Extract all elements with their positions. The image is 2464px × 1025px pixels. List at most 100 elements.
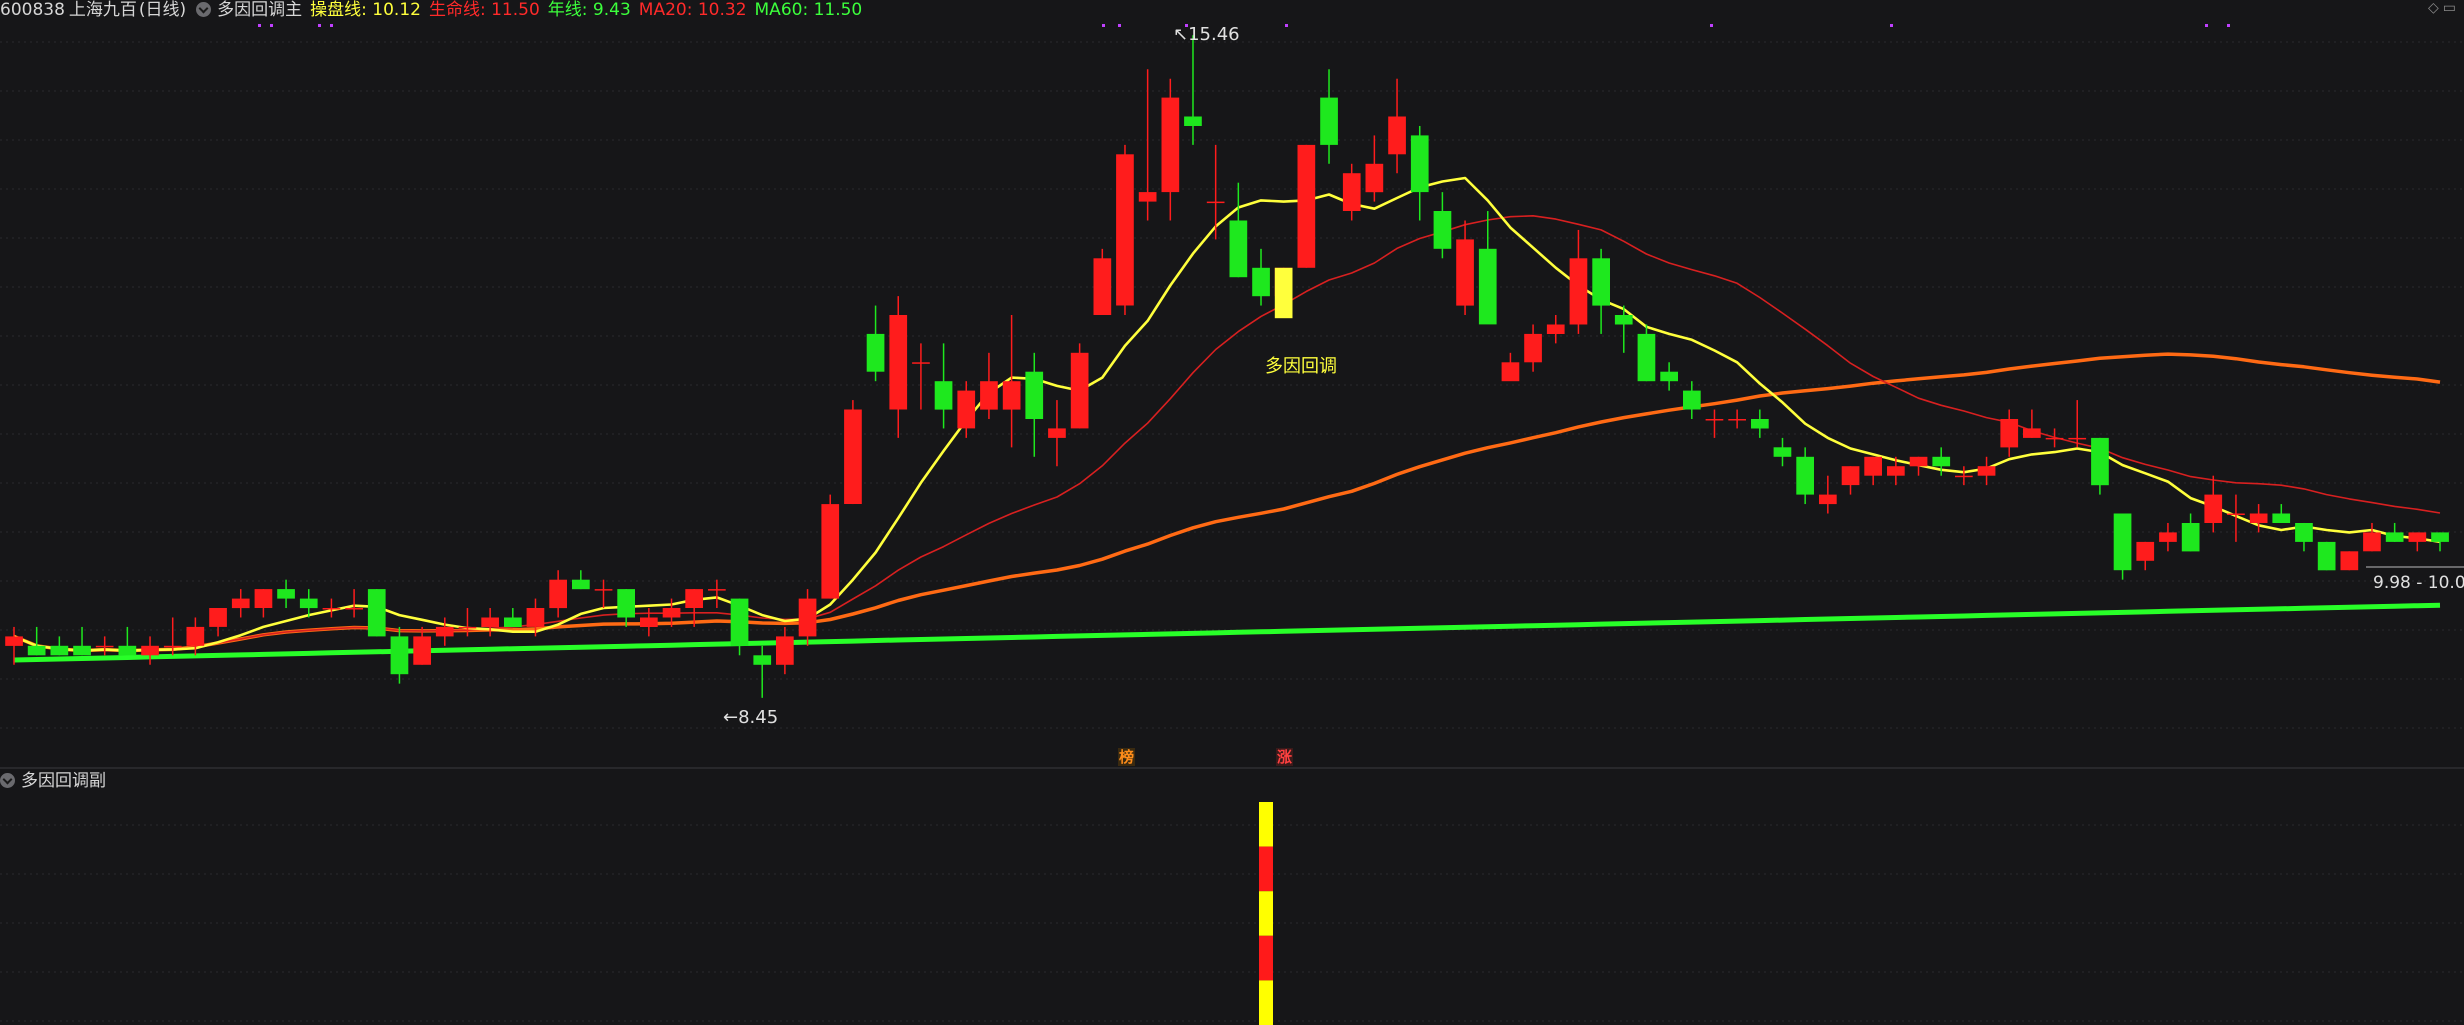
candle-body — [367, 589, 386, 637]
candle-body — [2363, 532, 2381, 552]
candle-body — [957, 390, 976, 429]
purple-marker — [1118, 24, 1121, 27]
sub-indicator-header: 多因回调副 — [0, 770, 106, 792]
candle-body — [95, 645, 114, 648]
candle-body — [435, 626, 454, 637]
purple-marker — [1710, 24, 1713, 27]
candle-body — [27, 645, 46, 656]
candle-body — [1592, 258, 1610, 306]
purple-marker — [270, 24, 273, 27]
candle-body — [2113, 513, 2132, 571]
candle-body — [2000, 419, 2019, 448]
candle-body — [2295, 523, 2313, 542]
candle-body — [254, 589, 273, 608]
purple-marker — [330, 24, 333, 27]
candle-body — [1683, 390, 1701, 410]
candle-body — [504, 617, 522, 627]
candle-body — [1388, 116, 1406, 155]
candle-body — [2068, 437, 2087, 440]
candle-body — [866, 333, 885, 372]
candle-body — [1728, 419, 1746, 421]
candle-body — [1116, 154, 1134, 306]
candle-body — [2317, 541, 2336, 571]
purple-marker — [2205, 24, 2208, 27]
purple-marker — [1890, 24, 1893, 27]
candle-body — [1229, 220, 1248, 278]
candle-body — [458, 626, 477, 629]
candle-body — [2249, 513, 2268, 523]
diamond-icon[interactable]: ◇ — [2428, 0, 2443, 16]
candle-body — [1796, 456, 1814, 495]
indicator-value-ma60: MA60: 11.50 — [754, 0, 863, 20]
candle-body — [1070, 352, 1089, 429]
candle-body — [1909, 456, 1928, 467]
candle-body — [1161, 97, 1180, 193]
candle-body — [1478, 248, 1497, 325]
candle-body — [549, 579, 567, 609]
indicator-value-ma20: MA20: 10.32 — [638, 0, 747, 20]
candle-body — [118, 645, 137, 656]
candle-body — [640, 617, 658, 627]
main-indicator-header: 600838 上海九百 (日线) 多因回调主 操盘线: 10.12 生命线: 11.50 年… — [0, 0, 870, 22]
sub-signal-bar — [1259, 891, 1273, 936]
candle-body — [1751, 419, 1769, 429]
high-price-value: 15.46 — [1188, 24, 1240, 45]
candle-body — [1138, 192, 1157, 202]
candle-body — [1025, 371, 1044, 419]
candle-body — [708, 589, 726, 591]
candle-body — [390, 636, 409, 675]
purple-marker — [258, 24, 261, 27]
stock-code: 600838 — [0, 0, 65, 20]
collapse-icon[interactable] — [196, 2, 212, 17]
ma20-line — [13, 215, 2441, 652]
candle-body — [2272, 513, 2291, 523]
candle-body — [299, 598, 318, 609]
candle-body — [776, 636, 794, 665]
window-controls[interactable]: ◇▭ — [2428, 0, 2460, 16]
sub-indicator-name[interactable]: 多因回调副 — [21, 771, 106, 791]
purple-marker — [1102, 24, 1105, 27]
candle-body — [209, 608, 227, 627]
candle-body — [1932, 456, 1951, 467]
candle-body — [1002, 381, 1021, 410]
candle-body — [662, 608, 681, 618]
candle-body — [2159, 532, 2177, 542]
candle-body — [1660, 371, 1678, 382]
candle-body — [1546, 324, 1565, 334]
stock-name: 上海九百 — [68, 0, 137, 20]
candle-body — [50, 645, 69, 656]
current-range-label: 9.98 - 10.0 — [2373, 573, 2464, 593]
sub-signal-bar — [1259, 980, 1273, 1025]
tag-zhang[interactable]: 涨 — [1276, 748, 1294, 766]
candle-body — [934, 381, 953, 410]
candle-body — [1864, 456, 1882, 476]
restore-icon[interactable]: ▭ — [2443, 0, 2460, 16]
candle-body — [753, 655, 772, 665]
candle-body — [1184, 116, 1202, 126]
candle-body — [1297, 144, 1316, 268]
candle-body — [1501, 362, 1520, 382]
candle-body — [2408, 532, 2427, 542]
candle-body — [141, 645, 159, 656]
caopan-line — [13, 176, 2441, 652]
sub-signal-bar — [1259, 846, 1273, 892]
candle-body — [1048, 428, 1066, 438]
candle-body — [2023, 428, 2041, 438]
candle-body — [1977, 466, 1996, 476]
candle-body — [2340, 551, 2359, 571]
candle-body — [730, 598, 749, 646]
candle-body — [526, 608, 545, 627]
candle-body — [798, 598, 817, 637]
low-price-label: ←8.45 — [723, 707, 779, 728]
candle-body — [5, 636, 23, 646]
candle-body — [617, 589, 635, 618]
tag-bang[interactable]: 榜 — [1118, 748, 1136, 766]
indicator-name[interactable]: 多因回调主 — [217, 0, 302, 20]
candle-body — [1433, 211, 1452, 249]
candle-body — [844, 409, 862, 504]
candle-body — [1320, 97, 1338, 145]
kline-chart-canvas[interactable] — [0, 0, 2464, 1025]
candle-body — [73, 645, 91, 656]
candle-body — [685, 589, 703, 608]
collapse-icon[interactable] — [0, 773, 15, 788]
